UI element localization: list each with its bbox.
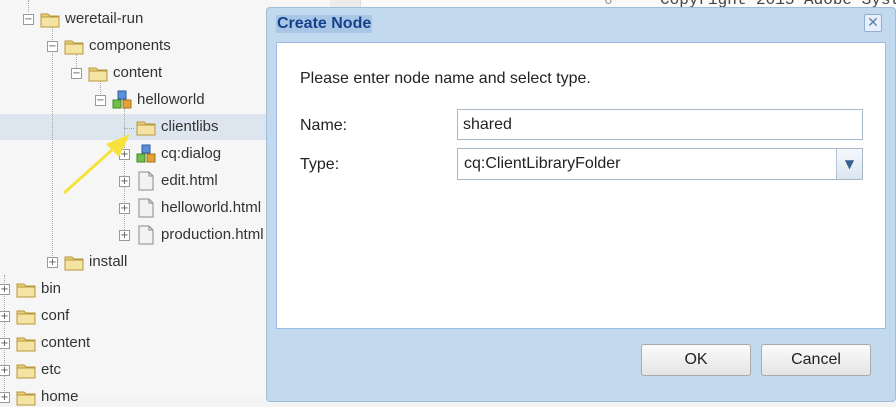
tree-label-clientlibs[interactable]: clientlibs [161,118,219,136]
expand-toggle[interactable]: + [119,203,130,214]
node-type-value: cq:ClientLibraryFolder [464,155,621,172]
expand-toggle[interactable]: + [119,176,130,187]
folder-icon [136,121,156,136]
node-type-select[interactable]: cq:ClientLibraryFolder ▼ [457,148,863,180]
collapse-toggle[interactable]: − [23,14,34,25]
dialog-body: Please enter node name and select type. … [276,42,886,329]
cancel-button[interactable]: Cancel [761,344,871,376]
tree-label-conf[interactable]: conf [41,307,69,325]
create-node-dialog: Create Node ✕ Please enter node name and… [266,7,896,402]
folder-icon [16,283,36,298]
tree-label-production-html[interactable]: production.html [161,226,264,244]
close-icon[interactable]: ✕ [864,14,882,32]
tree-label-etc[interactable]: etc [41,361,61,379]
collapse-toggle[interactable]: − [71,68,82,79]
tree-label-install[interactable]: install [89,253,127,271]
name-label: Name: [300,117,348,134]
folder-icon [40,13,60,28]
component-icon [136,144,156,163]
expand-toggle[interactable]: + [119,230,130,241]
tree-label-edit-html[interactable]: edit.html [161,172,218,190]
expand-toggle[interactable]: + [119,149,130,160]
expand-toggle[interactable]: + [0,365,10,376]
expand-toggle[interactable]: + [0,284,10,295]
tree-label-home[interactable]: home [41,388,79,406]
collapse-toggle[interactable]: − [95,95,106,106]
node-name-input[interactable] [457,109,863,140]
chevron-down-icon[interactable]: ▼ [836,149,862,179]
tree-label-bin[interactable]: bin [41,280,61,298]
folder-icon [64,256,84,271]
expand-toggle[interactable]: + [47,257,58,268]
component-icon [112,90,132,109]
ok-button[interactable]: OK [641,344,751,376]
expand-toggle[interactable]: + [0,392,10,403]
dialog-prompt: Please enter node name and select type. [300,70,591,87]
tree-label-content-root[interactable]: content [41,334,90,352]
file-icon [138,225,154,245]
tree-guide-line [52,26,53,262]
folder-icon [64,40,84,55]
tree-label-helloworld-html[interactable]: helloworld.html [161,199,261,217]
dialog-title: Create Node [276,15,373,33]
folder-icon [16,391,36,406]
file-icon [138,171,154,191]
type-label: Type: [300,156,340,173]
collapse-toggle[interactable]: − [47,41,58,52]
tree-label-components[interactable]: components [89,37,171,55]
tree-label-helloworld[interactable]: helloworld [137,91,205,109]
folder-icon [16,364,36,379]
folder-icon [16,310,36,325]
tree-label-content[interactable]: content [113,64,162,82]
tree-guide-line [124,128,134,129]
expand-toggle[interactable]: + [0,338,10,349]
tree-guide-line [28,0,29,12]
tree-label-cq-dialog[interactable]: cq:dialog [161,145,221,163]
file-icon [138,198,154,218]
tree-label-weretail-run[interactable]: weretail-run [65,10,143,28]
folder-icon [88,67,108,82]
expand-toggle[interactable]: + [0,311,10,322]
folder-icon [16,337,36,352]
